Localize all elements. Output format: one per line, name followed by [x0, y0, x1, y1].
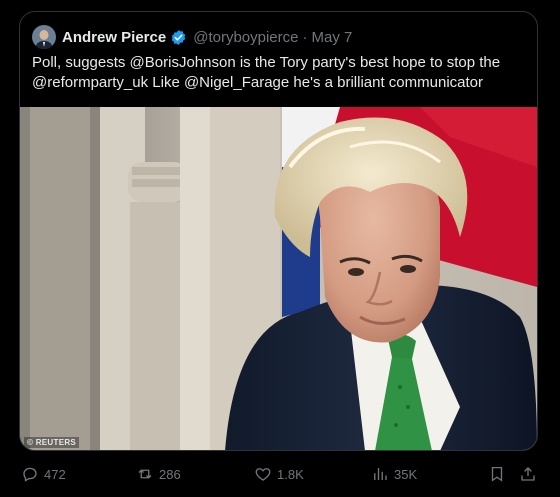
quoted-post-header: Andrew Pierce @toryboypierce · May 7 — [32, 25, 352, 49]
post-actions-bar: 472 286 1.8K 35K — [0, 461, 560, 487]
verified-badge-icon — [171, 29, 186, 45]
author-name[interactable]: Andrew Pierce — [62, 29, 166, 46]
reply-button[interactable]: 472 — [21, 461, 66, 487]
avatar[interactable] — [32, 25, 56, 49]
views-button[interactable]: 35K — [371, 461, 417, 487]
share-button[interactable] — [519, 461, 537, 487]
repost-icon — [138, 469, 152, 479]
like-count: 1.8K — [277, 466, 304, 482]
image-credit: © REUTERS — [24, 437, 80, 448]
post-date[interactable]: May 7 — [312, 29, 353, 46]
share-icon — [521, 467, 535, 481]
like-button[interactable]: 1.8K — [254, 461, 304, 487]
reply-icon — [23, 467, 37, 482]
view-count: 35K — [394, 466, 418, 482]
author-handle[interactable]: @toryboypierce — [193, 29, 298, 46]
repost-button[interactable]: 286 — [136, 461, 181, 487]
reply-count: 472 — [44, 466, 66, 482]
quoted-post-text: Poll, suggests @BorisJohnson is the Tory… — [32, 54, 501, 91]
repost-count: 286 — [159, 466, 181, 482]
heart-icon — [255, 468, 271, 481]
bookmark-icon — [491, 466, 503, 482]
quoted-post-card[interactable]: Andrew Pierce @toryboypierce · May 7 Pol… — [19, 11, 538, 451]
separator-dot: · — [302, 28, 308, 46]
bookmark-button[interactable] — [488, 461, 506, 487]
post-image[interactable]: © REUTERS — [20, 107, 537, 450]
analytics-icon — [374, 468, 387, 480]
